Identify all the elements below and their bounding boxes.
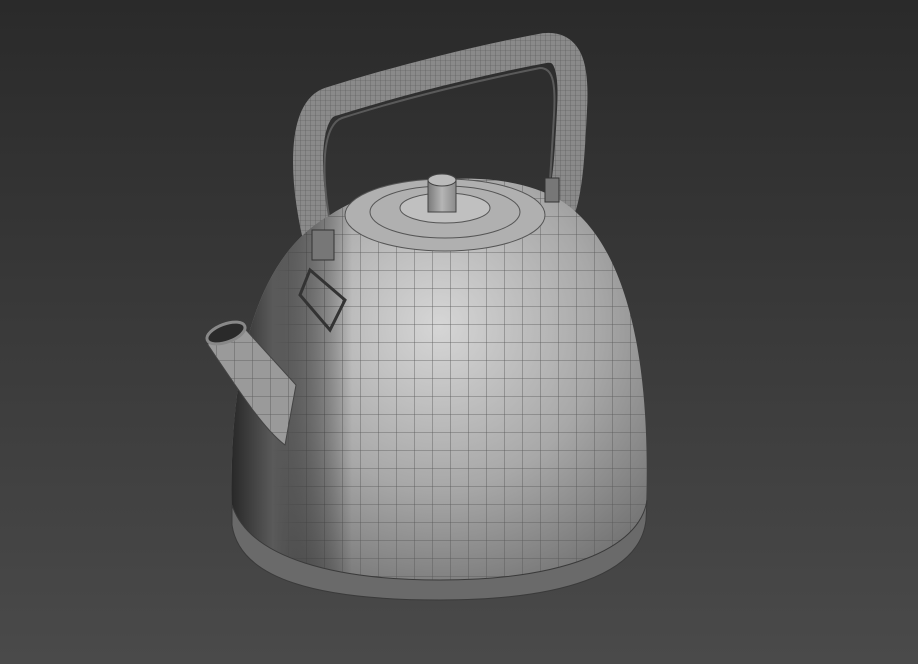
handle-hinge-right xyxy=(544,177,560,203)
viewport-canvas[interactable] xyxy=(0,0,918,664)
handle-hinge-left xyxy=(311,229,335,261)
3d-viewport[interactable] xyxy=(0,0,918,664)
